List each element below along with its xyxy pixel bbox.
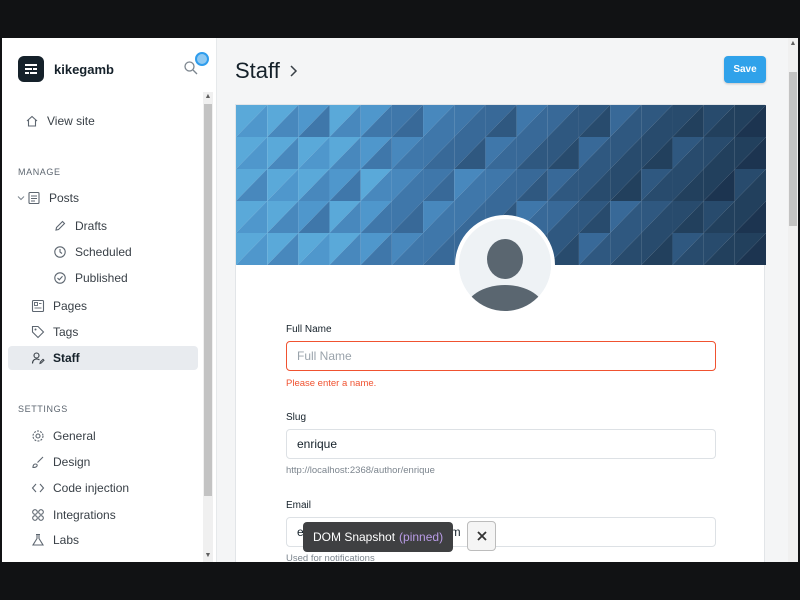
sidebar-item-labs[interactable]: Labs [30,528,194,552]
sidebar-item-label: General [53,429,96,443]
sidebar-item-integrations[interactable]: Integrations [30,503,194,527]
sidebar-scrollbar[interactable]: ▲ ▼ [203,92,213,562]
main-scrollbar-thumb[interactable] [789,72,797,226]
scroll-up-arrow-icon[interactable]: ▲ [204,93,212,101]
staff-profile-card: Full Name Please enter a name. Slug http… [235,104,766,562]
page-title-text: Staff [235,58,280,83]
pages-icon [30,298,46,314]
sidebar-item-view-site[interactable]: View site [24,109,194,133]
email-hint: Used for notifications [286,553,375,562]
close-icon[interactable] [467,521,496,551]
sidebar-scrollbar-thumb[interactable] [204,104,212,496]
home-icon [24,113,40,129]
sidebar-item-scheduled[interactable]: Scheduled [52,240,194,264]
sidebar-item-published[interactable]: Published [52,266,194,290]
full-name-error: Please enter a name. [286,378,377,389]
dom-snapshot-toast: DOM Snapshot (pinned) [303,522,454,552]
sidebar: kikegamb View site MANAGE Posts Drafts S… [2,38,217,562]
sidebar-item-label: Design [53,455,91,469]
sidebar-item-pages[interactable]: Pages [30,294,194,318]
profile-avatar[interactable] [455,215,555,315]
sidebar-item-code-injection[interactable]: Code injection [30,476,194,500]
code-icon [30,480,46,496]
toast-status: (pinned) [399,530,444,544]
brand-name: kikegamb [54,61,114,77]
sidebar-item-label: Staff [53,351,80,365]
sidebar-item-tags[interactable]: Tags [30,320,194,344]
sidebar-item-staff[interactable]: Staff [8,346,198,370]
brush-icon [30,454,46,470]
posts-icon [26,190,42,206]
sidebar-item-label: Published [75,271,128,285]
sidebar-item-label: Drafts [75,219,108,233]
slug-label: Slug [286,412,307,423]
integrations-icon [30,507,46,523]
sidebar-item-label: Code injection [53,481,130,495]
sidebar-item-label: Scheduled [75,245,132,259]
section-label-settings: SETTINGS [18,404,68,414]
brand[interactable]: kikegamb [18,56,114,82]
sidebar-item-label: View site [47,114,95,128]
sidebar-item-label: Tags [53,325,79,339]
main-scrollbar[interactable]: ▲ [788,38,798,562]
sidebar-item-label: Pages [53,299,88,313]
staff-icon [30,350,46,366]
sidebar-item-label: Integrations [53,508,116,522]
clock-icon [52,244,68,260]
section-label-manage: MANAGE [18,167,61,177]
sidebar-item-general[interactable]: General [30,424,194,448]
published-icon [52,270,68,286]
sidebar-item-label: Labs [53,533,80,547]
toast-text: DOM Snapshot [313,530,396,544]
sidebar-item-drafts[interactable]: Drafts [52,214,194,238]
gear-icon [30,428,46,444]
tag-icon [30,324,46,340]
chevron-down-icon[interactable] [16,190,26,206]
email-label: Email [286,500,312,511]
page-title[interactable]: Staff [235,58,300,84]
slug-input[interactable] [286,429,716,459]
pencil-icon [52,218,68,234]
notification-indicator[interactable] [195,52,209,66]
full-name-label: Full Name [286,324,332,335]
full-name-input[interactable] [286,341,716,371]
sidebar-item-design[interactable]: Design [30,450,194,474]
brand-logo-icon [18,56,44,82]
save-button[interactable]: Save [724,56,766,83]
sidebar-item-label: Posts [49,191,80,205]
flask-icon [30,532,46,548]
scroll-up-arrow-icon[interactable]: ▲ [789,40,797,48]
sidebar-item-posts[interactable]: Posts [16,186,194,210]
scroll-down-arrow-icon[interactable]: ▼ [204,552,212,560]
chevron-right-icon [288,63,300,79]
app-window: kikegamb View site MANAGE Posts Drafts S… [2,38,798,562]
slug-url-hint: http://localhost:2368/author/enrique [286,465,435,476]
main-content: Staff Save Full Name Please enter a name… [217,38,798,562]
